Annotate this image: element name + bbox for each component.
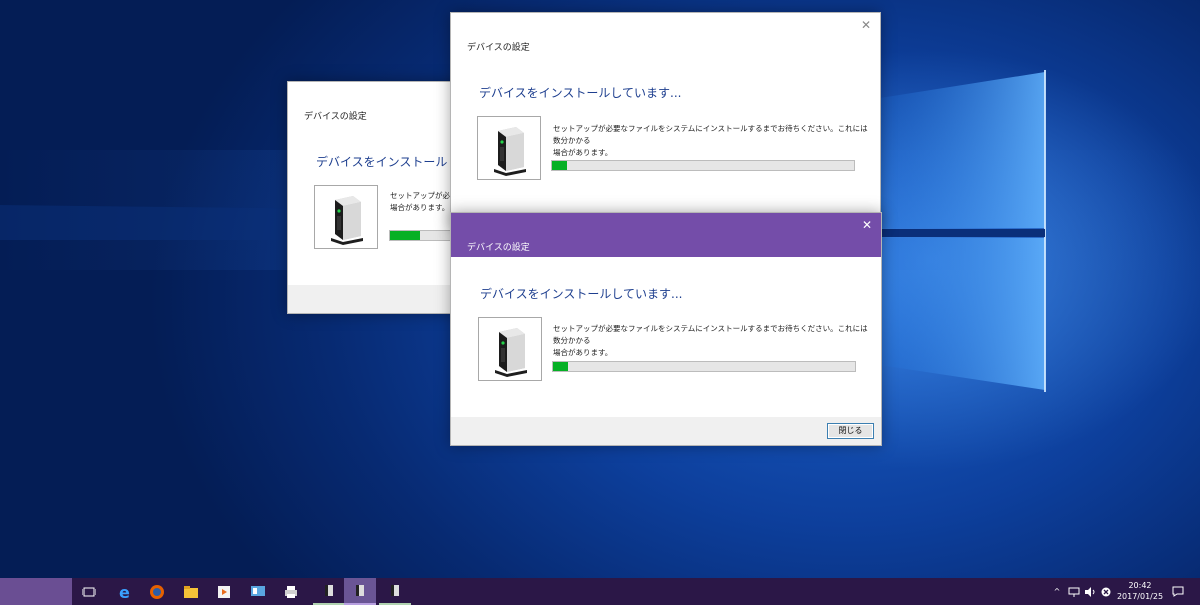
media-player-icon[interactable]	[208, 578, 240, 605]
device-icon	[331, 196, 363, 245]
device-setup-dialog-back-right[interactable]: デバイスの設定 ✕ デバイスをインストールしています... セットアップが必要な…	[450, 12, 881, 227]
firefox-icon[interactable]	[141, 578, 173, 605]
show-hidden-icons-chevron-icon[interactable]: ^	[1050, 578, 1064, 605]
close-icon[interactable]: ✕	[859, 217, 875, 233]
action-center-icon[interactable]	[1168, 578, 1188, 605]
edge-icon[interactable]: e	[109, 578, 141, 605]
install-progress-fill	[553, 362, 569, 371]
device-setup-taskbar-button-active[interactable]	[344, 578, 376, 605]
install-progress-bar	[552, 361, 856, 372]
clock-date: 2017/01/25	[1116, 592, 1164, 601]
install-progress-fill	[390, 231, 420, 240]
install-description: セットアップが必要なファイルをシステムにインストールするまでお待ちください。これ…	[553, 124, 868, 157]
device-setup-dialog-back-left[interactable]: デバイスの設定 デバイスをインストールしています... セットアップが必要なファ…	[287, 81, 467, 314]
clock-time: 20:42	[1128, 581, 1152, 590]
install-progress-bar	[551, 160, 855, 171]
dialog-title: デバイスの設定	[304, 112, 367, 122]
network-icon[interactable]	[1066, 578, 1082, 605]
device-icon-box	[477, 116, 541, 180]
error-status-icon[interactable]	[1098, 578, 1114, 605]
install-heading: デバイスをインストールしています...	[316, 155, 466, 169]
device-icon	[495, 328, 527, 377]
file-explorer-icon[interactable]	[175, 578, 207, 605]
dialog-title: デバイスの設定	[467, 43, 530, 53]
install-description: セットアップが必要なファイルをシステムにインストールするまでお待ちください。これ…	[553, 324, 868, 357]
device-icon-box	[478, 317, 542, 381]
dialog-title: デバイスの設定	[451, 213, 881, 257]
system-clock[interactable]: 20:42 2017/01/25	[1116, 580, 1164, 602]
device-icon	[494, 127, 526, 176]
device-icon-box	[314, 185, 378, 249]
install-heading: デバイスをインストールしています...	[480, 287, 683, 301]
close-button[interactable]: 閉じる	[827, 423, 874, 439]
device-setup-dialog-front[interactable]: デバイスの設定 ✕ デバイスをインストールしています... セットアップが必要な…	[450, 212, 882, 446]
install-progress-fill	[552, 161, 568, 170]
close-icon[interactable]: ✕	[858, 17, 874, 33]
control-panel-icon[interactable]	[242, 578, 274, 605]
install-heading: デバイスをインストールしています...	[479, 86, 682, 100]
task-view-icon[interactable]	[73, 578, 105, 605]
device-setup-taskbar-button[interactable]	[379, 578, 411, 605]
dialog-footer: 閉じる	[451, 417, 881, 445]
volume-icon[interactable]	[1082, 578, 1098, 605]
device-setup-taskbar-button[interactable]	[313, 578, 345, 605]
device-setup-icon	[391, 584, 399, 596]
device-setup-icon	[325, 584, 333, 596]
start-button[interactable]	[0, 578, 72, 605]
taskbar: e ^ 20:42 2017/01/25	[0, 578, 1200, 605]
svg-text:e: e	[119, 584, 130, 600]
printer-icon[interactable]	[275, 578, 307, 605]
device-setup-icon	[356, 584, 364, 596]
dialog-footer	[288, 285, 466, 313]
